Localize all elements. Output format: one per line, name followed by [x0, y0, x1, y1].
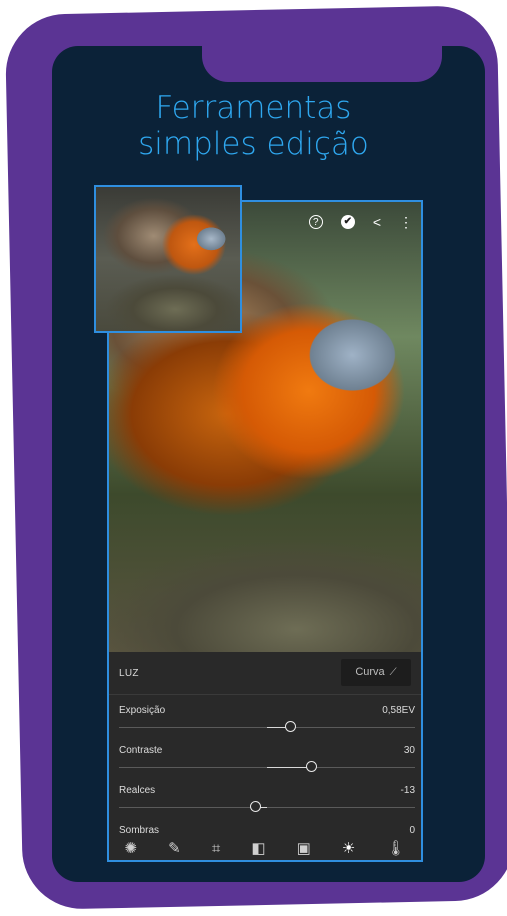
- panel-title: LUZ: [119, 668, 139, 679]
- crop-icon[interactable]: ⌗: [212, 839, 220, 859]
- slider-thumb[interactable]: [305, 761, 317, 772]
- temperature-icon[interactable]: 🌡: [386, 839, 405, 859]
- slider-label: Exposição: [119, 705, 166, 716]
- before-preview-thumbnail[interactable]: [94, 185, 242, 333]
- light-icon[interactable]: ☀: [342, 839, 355, 859]
- slider-highlights[interactable]: Realces -13: [119, 785, 415, 825]
- slider-value: -13: [400, 785, 415, 796]
- slider-exposure[interactable]: Exposição 0,58EV: [119, 705, 415, 745]
- selective-icon[interactable]: ◧: [251, 839, 265, 859]
- headline: Ferramentas simples edição: [0, 90, 507, 162]
- slider-thumb[interactable]: [285, 721, 297, 732]
- curve-button[interactable]: Curva ⟋: [341, 659, 411, 686]
- share-icon[interactable]: <: [373, 214, 381, 230]
- slider-label: Realces: [119, 785, 156, 796]
- curve-icon: ⟋: [389, 667, 397, 678]
- top-toolbar: ? ✔ < ⋮: [308, 214, 413, 230]
- auto-icon[interactable]: ▣: [297, 839, 311, 859]
- slider-value: 30: [403, 745, 415, 756]
- slider-contrast[interactable]: Contraste 30: [119, 745, 415, 785]
- presets-icon[interactable]: ✺: [125, 839, 138, 859]
- headline-line-2: simples edição: [138, 126, 369, 162]
- headline-line-1: Ferramentas: [155, 90, 352, 126]
- slider-fill: [267, 767, 312, 768]
- help-icon[interactable]: ?: [308, 215, 323, 229]
- curve-button-label: Curva: [355, 666, 385, 678]
- slider-track[interactable]: [119, 807, 415, 808]
- adjustment-panel: LUZ Curva ⟋ Exposição 0,58EV Contraste 30…: [109, 652, 421, 860]
- check-icon[interactable]: ✔: [340, 215, 355, 229]
- slider-value: 0,58EV: [382, 705, 415, 716]
- panel-header: LUZ Curva ⟋: [109, 652, 421, 695]
- slider-label: Contraste: [119, 745, 163, 756]
- healing-brush-icon[interactable]: ✎: [168, 839, 181, 859]
- bottom-toolbar: ✺ ✎ ⌗ ◧ ▣ ☀ 🌡: [109, 834, 421, 860]
- slider-thumb[interactable]: [249, 801, 261, 812]
- more-icon[interactable]: ⋮: [399, 214, 413, 230]
- phone-notch: [202, 46, 442, 82]
